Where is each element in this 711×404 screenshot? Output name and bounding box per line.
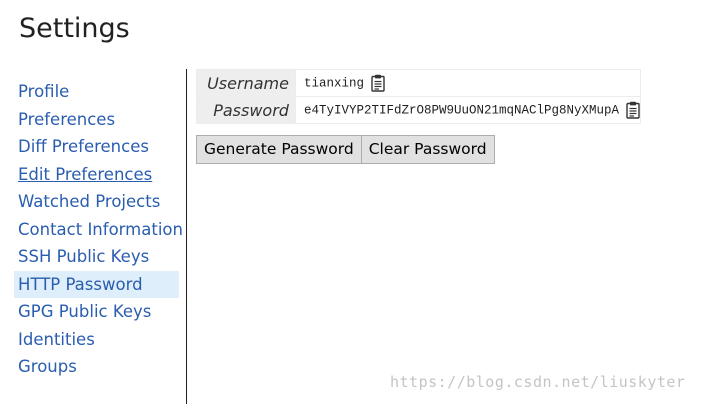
username-label: Username	[196, 69, 296, 97]
sidebar-item-diff-preferences[interactable]: Diff Preferences	[14, 133, 179, 161]
password-row: Password e4TyIVYP2TIFdZrO8PW9UuON21mqNAC…	[196, 96, 642, 124]
sidebar-item-label: SSH Public Keys	[18, 247, 150, 266]
sidebar-item-contact-information[interactable]: Contact Information	[14, 216, 183, 244]
settings-sidebar: Profile Preferences Diff Preferences Edi…	[14, 78, 183, 381]
username-value[interactable]: tianxing	[304, 76, 364, 90]
password-value[interactable]: e4TyIVYP2TIFdZrO8PW9UuON21mqNAClPg8NyXMu…	[304, 103, 619, 117]
sidebar-item-label: Identities	[18, 329, 95, 349]
sidebar-item-groups[interactable]: Groups	[14, 353, 179, 381]
http-credentials-table: Username tianxing Password e4TyIVYP2TIFd…	[196, 69, 642, 124]
username-cell: tianxing	[294, 69, 642, 97]
password-label: Password	[196, 96, 296, 124]
sidebar-item-preferences[interactable]: Preferences	[14, 106, 179, 134]
sidebar-item-label: Watched Projects	[18, 192, 161, 211]
copy-password-clipboard-icon[interactable]	[626, 101, 640, 119]
sidebar-item-label: GPG Public Keys	[18, 302, 152, 321]
watermark: https://blog.csdn.net/liuskyter	[390, 373, 686, 391]
password-actions: Generate Password Clear Password	[196, 135, 495, 164]
sidebar-item-watched-projects[interactable]: Watched Projects	[14, 188, 179, 216]
clipboard-icon	[371, 74, 385, 92]
sidebar-item-label: Profile	[18, 82, 70, 101]
sidebar-item-label: Preferences	[18, 109, 116, 129]
page-title: Settings	[19, 13, 130, 44]
sidebar-item-ssh-public-keys[interactable]: SSH Public Keys	[14, 243, 179, 271]
sidebar-item-http-password[interactable]: HTTP Password	[14, 270, 179, 298]
generate-password-button[interactable]: Generate Password	[196, 135, 362, 164]
sidebar-item-label: Contact Information	[18, 219, 183, 239]
clear-password-button[interactable]: Clear Password	[361, 135, 495, 164]
sidebar-item-label: Groups	[18, 357, 77, 376]
sidebar-divider	[186, 69, 187, 404]
sidebar-item-gpg-public-keys[interactable]: GPG Public Keys	[14, 298, 179, 326]
password-cell: e4TyIVYP2TIFdZrO8PW9UuON21mqNAClPg8NyXMu…	[294, 96, 642, 124]
clipboard-icon	[626, 101, 640, 119]
sidebar-item-label: Edit Preferences	[18, 164, 153, 184]
sidebar-item-label: Diff Preferences	[18, 137, 149, 156]
copy-username-clipboard-icon[interactable]	[371, 74, 385, 92]
username-row: Username tianxing	[196, 69, 642, 97]
sidebar-item-identities[interactable]: Identities	[14, 326, 179, 354]
sidebar-item-edit-preferences[interactable]: Edit Preferences	[14, 161, 179, 189]
sidebar-item-label: HTTP Password	[18, 274, 143, 294]
sidebar-item-profile[interactable]: Profile	[14, 78, 179, 106]
